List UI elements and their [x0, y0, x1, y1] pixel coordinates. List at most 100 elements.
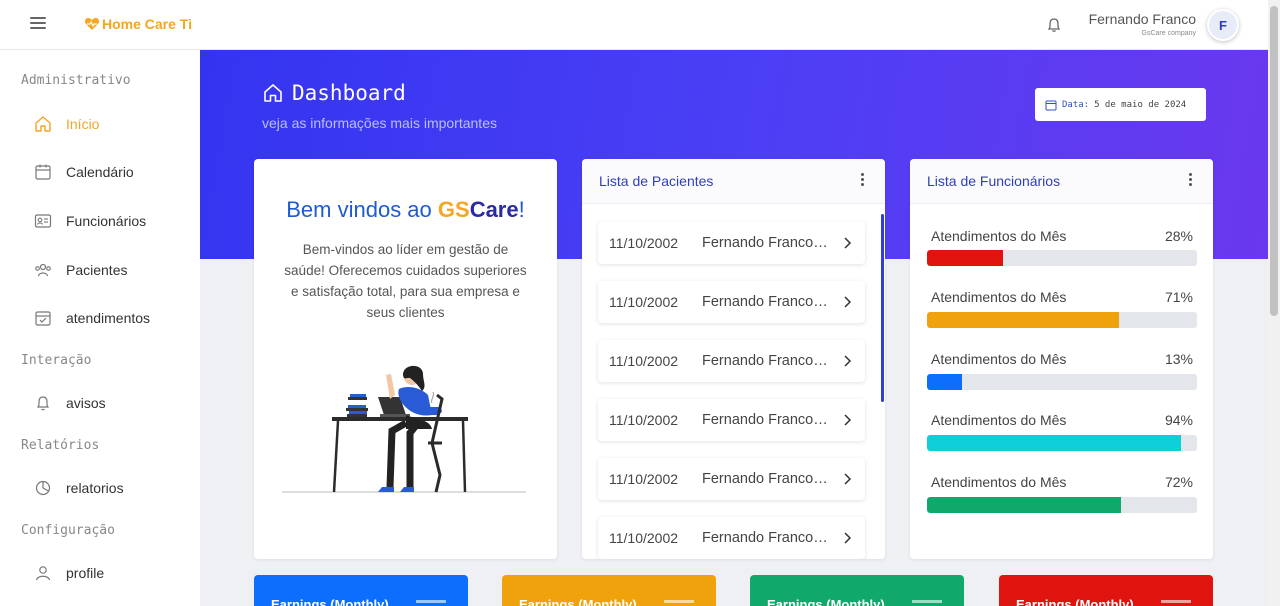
avatar[interactable]: F: [1207, 9, 1239, 41]
sidebar-item-relatorios[interactable]: relatorios: [34, 476, 124, 500]
chevron-right-icon: [844, 532, 852, 544]
calendar-check-icon: [35, 311, 51, 326]
employees-card: Lista de Funcionários Atendimentos do Mê…: [910, 159, 1213, 559]
page-title: Dashboard: [262, 81, 406, 105]
sidebar-item-label: relatorios: [66, 480, 124, 496]
stat-card[interactable]: Earnings (Monthly): [750, 575, 964, 606]
welcome-title-gs: GS: [437, 197, 470, 222]
home-icon: [264, 84, 282, 102]
page-title-text: Dashboard: [292, 81, 406, 105]
menu-toggle-icon[interactable]: [30, 17, 46, 31]
employee-metric-percent: 94%: [1164, 412, 1193, 428]
users-icon: [35, 263, 51, 277]
list-item[interactable]: 11/10/2002 Fernando Franco Silva: [598, 458, 865, 500]
patients-card-title: Lista de Pacientes: [599, 173, 714, 189]
list-item[interactable]: 11/10/2002 Fernando Franco Silva: [598, 517, 865, 559]
patient-name: Fernando Franco Silva: [702, 412, 830, 428]
welcome-title-suffix: !: [518, 197, 525, 222]
calendar-icon: [1161, 600, 1191, 606]
calendar-icon: [664, 600, 694, 606]
calendar-icon: [35, 164, 51, 180]
sidebar-item-label: Início: [66, 116, 100, 132]
sidebar-item-funcionarios[interactable]: Funcionários: [34, 209, 146, 233]
sidebar-section-title: Relatórios: [21, 438, 100, 453]
employee-metric-label: Atendimentos do Mês: [931, 474, 1067, 490]
progress-bar: [927, 435, 1197, 451]
page-subtitle: veja as informações mais importantes: [262, 115, 497, 131]
notification-bell-icon[interactable]: [1046, 16, 1062, 34]
page-scrollbar[interactable]: [1268, 0, 1280, 606]
list-item[interactable]: 11/10/2002 Fernando Franco Silva: [598, 340, 865, 382]
welcome-title-care: Care: [469, 197, 519, 222]
heart-pulse-icon: [84, 18, 100, 30]
sidebar-item-pacientes[interactable]: Pacientes: [34, 258, 127, 282]
sidebar-item-atendimentos[interactable]: atendimentos: [34, 306, 150, 330]
stat-card[interactable]: Earnings (Monthly): [502, 575, 716, 606]
patient-date: 11/10/2002: [609, 235, 679, 251]
employee-metric-percent: 72%: [1164, 474, 1193, 490]
id-card-icon: [34, 214, 52, 228]
user-icon: [35, 566, 51, 581]
chart-pie-icon: [35, 480, 51, 496]
sidebar-item-label: avisos: [66, 395, 106, 411]
employee-metric-label: Atendimentos do Mês: [931, 351, 1067, 367]
patients-scrollbar[interactable]: [881, 214, 884, 402]
employee-metric-label: Atendimentos do Mês: [931, 289, 1067, 305]
employee-metric-label: Atendimentos do Mês: [931, 412, 1067, 428]
stat-card[interactable]: Earnings (Monthly): [254, 575, 468, 606]
date-value: 5 de maio de 2024: [1094, 99, 1187, 110]
calendar-icon: [416, 600, 446, 606]
workspace-illustration: [282, 365, 526, 493]
home-icon: [35, 116, 51, 132]
welcome-title-prefix: Bem vindos ao: [286, 197, 438, 222]
more-options-icon[interactable]: [859, 173, 865, 187]
progress-fill: [927, 497, 1122, 513]
sidebar-item-calendario[interactable]: Calendário: [34, 160, 134, 184]
sidebar-item-label: profile: [66, 565, 105, 581]
chevron-right-icon: [844, 473, 852, 485]
patient-name: Fernando Franco Silva: [702, 294, 830, 310]
sidebar-section-title: Configuração: [21, 523, 115, 538]
chevron-right-icon: [844, 296, 852, 308]
welcome-text: Bem-vindos ao líder em gestão de saúde! …: [284, 242, 527, 320]
progress-bar: [927, 374, 1197, 390]
chevron-right-icon: [844, 237, 852, 249]
employee-metric-percent: 71%: [1164, 289, 1193, 305]
list-item[interactable]: 11/10/2002 Fernando Franco Silva: [598, 222, 865, 264]
progress-fill: [927, 374, 963, 390]
stat-card-label: Earnings (Monthly): [767, 597, 885, 606]
stat-card[interactable]: Earnings (Monthly): [999, 575, 1213, 606]
employee-metric-percent: 28%: [1164, 228, 1193, 244]
progress-bar: [927, 250, 1197, 266]
patient-name: Fernando Franco Silva: [702, 235, 830, 251]
patient-date: 11/10/2002: [609, 412, 679, 428]
sidebar-item-avisos[interactable]: avisos: [34, 391, 106, 415]
page-scrollbar-thumb[interactable]: [1270, 6, 1278, 316]
user-name: Fernando Franco: [1088, 11, 1196, 27]
patient-name: Fernando Franco Silva: [702, 353, 830, 369]
brand-logo[interactable]: Home Care Ti: [84, 16, 192, 32]
progress-fill: [927, 435, 1181, 451]
list-item[interactable]: 11/10/2002 Fernando Franco Silva: [598, 399, 865, 441]
welcome-title: Bem vindos ao GSCare!: [254, 197, 557, 223]
top-bar: Home Care Ti Fernando Franco GsCare comp…: [0, 0, 1268, 50]
chevron-right-icon: [844, 414, 852, 426]
patient-date: 11/10/2002: [609, 530, 679, 546]
progress-fill: [927, 250, 1003, 266]
welcome-card: Bem vindos ao GSCare! Bem-vindos ao líde…: [254, 159, 557, 559]
sidebar-item-label: Calendário: [66, 164, 134, 180]
date-badge: Data: 5 de maio de 2024: [1035, 88, 1206, 121]
employee-metric-label: Atendimentos do Mês: [931, 228, 1067, 244]
patient-date: 11/10/2002: [609, 353, 679, 369]
progress-bar: [927, 312, 1197, 328]
more-options-icon[interactable]: [1187, 173, 1193, 187]
patients-card-header: Lista de Pacientes: [582, 159, 885, 204]
patient-name: Fernando Franco Silva: [702, 530, 830, 546]
sidebar-item-inicio[interactable]: Início: [34, 112, 99, 136]
list-item[interactable]: 11/10/2002 Fernando Franco Silva: [598, 281, 865, 323]
date-label: Data:: [1062, 99, 1090, 110]
chevron-right-icon: [844, 355, 852, 367]
progress-bar: [927, 497, 1197, 513]
sidebar-item-profile[interactable]: profile: [34, 561, 104, 585]
employees-card-title: Lista de Funcionários: [927, 173, 1061, 189]
